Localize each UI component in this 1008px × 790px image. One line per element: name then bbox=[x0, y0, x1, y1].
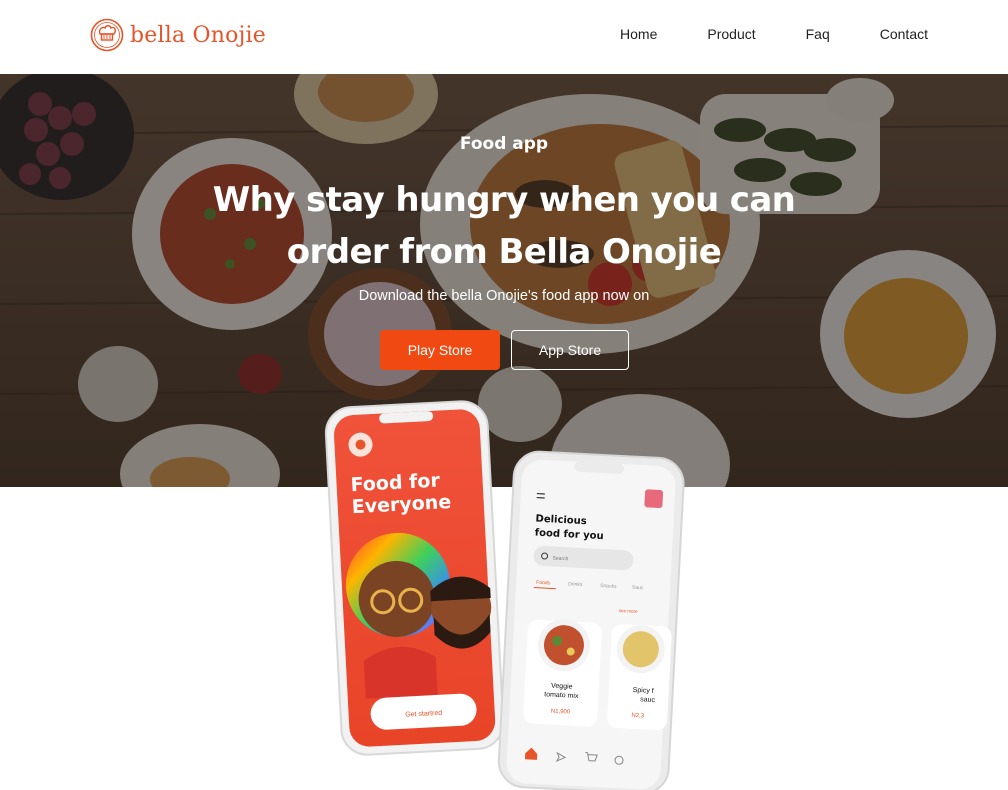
hero-subtext: Download the bella Onojie's food app now… bbox=[358, 288, 650, 304]
brand-name: bella Onojie bbox=[130, 22, 267, 48]
food-card-2-name-line1: Spicy f bbox=[633, 687, 654, 695]
right-phone-search-placeholder: Search bbox=[552, 555, 568, 562]
tab-foods: Foods bbox=[536, 580, 551, 587]
nav-home-link[interactable]: Home bbox=[620, 26, 657, 42]
see-more-link: see more bbox=[619, 608, 638, 614]
brand-logo[interactable]: bella Onojie bbox=[90, 18, 266, 52]
food-card-1-price: N1,900 bbox=[551, 709, 571, 716]
food-card-1-name-line1: Veggie bbox=[551, 683, 573, 691]
nav-product-link[interactable]: Product bbox=[707, 26, 755, 42]
right-phone: Delicious food for you Search Foods Drin… bbox=[497, 450, 685, 790]
food-card-2-price: N2,3 bbox=[631, 713, 645, 720]
profile-avatar bbox=[644, 489, 664, 508]
hero-headline: Why stay hungry when you can order from … bbox=[212, 180, 796, 272]
top-navbar: bella Onojie Home Product Faq Contact bbox=[0, 0, 1008, 74]
left-phone: Food for Everyone Get startred bbox=[324, 400, 505, 756]
nav-faq-link[interactable]: Faq bbox=[806, 26, 830, 42]
app-store-button[interactable]: App Store bbox=[511, 330, 629, 370]
nav-contact-link[interactable]: Contact bbox=[880, 26, 928, 42]
tab-sauce: Sauc bbox=[632, 585, 644, 592]
main-menu: Home Product Faq Contact bbox=[620, 26, 928, 42]
chef-hat-logo-icon bbox=[90, 18, 124, 52]
tab-snacks: Snacks bbox=[600, 583, 617, 590]
food-card-2-name-line2: sauc bbox=[640, 696, 656, 704]
tab-drinks: Drinks bbox=[568, 581, 583, 588]
hero-eyebrow: Food app bbox=[459, 134, 549, 154]
play-store-button[interactable]: Play Store bbox=[380, 330, 500, 370]
app-phones-mockup: Food for Everyone Get startred Delicious… bbox=[324, 400, 685, 790]
